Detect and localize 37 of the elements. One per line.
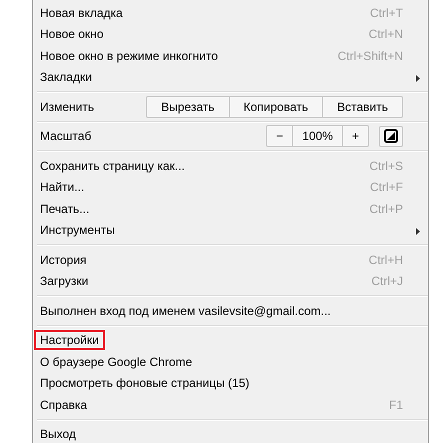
menu-label: Масштаб [39,128,92,146]
menu-item[interactable]: Новая вкладка [34,2,129,23]
zoom-in-button[interactable]: + [342,126,368,146]
zoom-out-button[interactable]: − [267,126,292,146]
edit-button[interactable]: Копировать [228,96,322,117]
menu-item[interactable]: Просмотреть фоновые страницы (15) [34,373,256,394]
zoom-value: 100% [292,126,342,146]
shortcut-label: Ctrl+S [369,158,403,173]
shortcut-label: Ctrl+N [368,27,403,42]
edit-button[interactable]: Вставить [322,96,402,117]
edit-button[interactable]: Вырезать [147,96,228,117]
menu-item[interactable]: Выход [34,424,82,443]
menu-item[interactable]: Инструменты [34,220,121,240]
fullscreen-button[interactable] [379,126,403,147]
shortcut-label: Ctrl+J [371,274,403,288]
menu-item[interactable]: Загрузки [34,271,94,292]
menu-item[interactable]: Сохранить страницу как... [34,156,191,176]
menu-item[interactable]: Настройки [34,330,105,350]
submenu-arrow-icon [416,74,420,82]
shortcut-label: Ctrl+F [370,180,403,194]
fullscreen-icon [384,129,398,144]
menu-item[interactable]: Найти... [34,177,90,198]
menu-label: Изменить [39,98,96,116]
shortcut-label: Ctrl+Shift+N [338,48,403,63]
submenu-arrow-icon [416,228,420,234]
menu-item[interactable]: Закладки [34,67,98,88]
menu-item[interactable]: Новое окно в режиме инкогнито [34,46,224,66]
shortcut-label: Ctrl+T [370,6,403,20]
menu-item[interactable]: Новое окно [34,24,110,44]
menu-item[interactable]: О браузере Google Chrome [34,352,198,372]
menu-item[interactable]: Печать... [34,198,96,219]
menu-item[interactable]: Справка [34,394,94,415]
menu-item[interactable]: Выполнен вход под именем vasilevsite@gmail.com... [34,300,337,321]
menu-item[interactable]: История [34,250,93,270]
shortcut-label: F1 [388,398,403,412]
shortcut-label: Ctrl+H [368,252,403,267]
shortcut-label: Ctrl+P [369,202,403,216]
